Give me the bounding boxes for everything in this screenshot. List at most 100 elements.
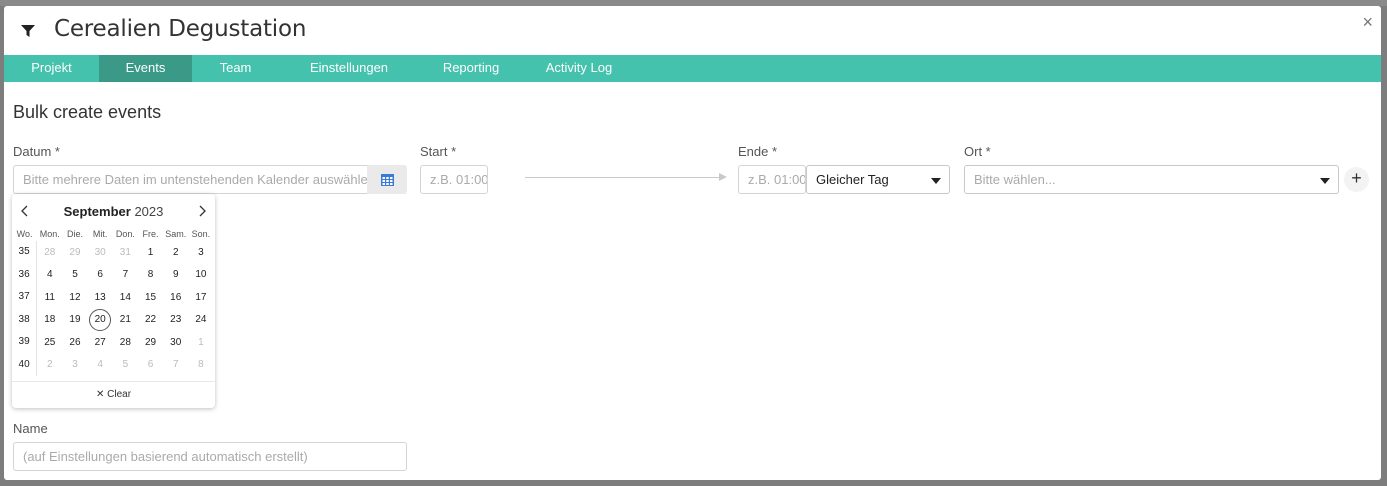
calendar-day[interactable]: 4: [88, 359, 113, 370]
calendar-day-label: 2: [47, 359, 53, 371]
calendar-day[interactable]: 5: [62, 269, 87, 280]
calendar-day[interactable]: 11: [37, 292, 62, 303]
calendar-week-row: 37 11 12 13 14 15 16 17: [12, 286, 215, 309]
calendar-day[interactable]: 2: [37, 359, 62, 370]
calendar-day[interactable]: 9: [163, 269, 188, 280]
name-label: Name: [13, 421, 48, 436]
calendar-day-label: 30: [170, 336, 182, 348]
calendar-day-label: 6: [147, 359, 154, 371]
start-time-input[interactable]: z.B. 01:00: [420, 165, 488, 194]
calendar-day[interactable]: 18: [37, 314, 62, 325]
calendar-day[interactable]: 31: [113, 247, 138, 258]
end-day-select[interactable]: Gleicher Tag: [806, 165, 950, 194]
calendar-day-label: 25: [44, 336, 56, 348]
calendar-day-label: 10: [195, 269, 207, 281]
ende-label: Ende *: [738, 144, 778, 159]
calendar-day-label: 20: [89, 308, 112, 331]
tab-events[interactable]: Events: [99, 55, 192, 82]
calendar-day[interactable]: 28: [37, 247, 62, 258]
add-location-button[interactable]: +: [1344, 167, 1369, 192]
weekday-header: Son.: [191, 229, 211, 239]
calendar-week-row: 36 4 5 6 7 8 9 10: [12, 263, 215, 286]
calendar-day-label: 16: [170, 291, 182, 303]
calendar-day-today[interactable]: 20: [88, 308, 113, 331]
calendar-day-label: 4: [97, 359, 103, 371]
filter-icon: [21, 25, 35, 37]
calendar-weekday-header: Wo. Mon. Die. Mit. Don. Fre. Sam. Son.: [12, 228, 215, 240]
calendar-day[interactable]: 23: [163, 314, 188, 325]
calendar-day-label: 18: [44, 314, 56, 326]
calendar-button[interactable]: [367, 165, 407, 194]
calendar-day[interactable]: 30: [163, 337, 188, 348]
calendar-week-row: 40 2 3 4 5 6 7 8: [12, 353, 215, 376]
caret-down-icon: [1320, 178, 1330, 184]
calendar-day[interactable]: 29: [138, 337, 163, 348]
week-number: 35: [12, 241, 38, 264]
datum-input[interactable]: Bitte mehrere Daten im untenstehenden Ka…: [13, 165, 369, 194]
tab-activity-log[interactable]: Activity Log: [523, 55, 635, 82]
calendar-day[interactable]: 1: [188, 337, 213, 348]
calendar-day-label: 14: [119, 291, 131, 303]
week-number: 37: [12, 286, 38, 309]
name-input[interactable]: (auf Einstellungen basierend automatisch…: [13, 442, 407, 471]
calendar-day[interactable]: 22: [138, 314, 163, 325]
calendar-day-label: 15: [144, 291, 157, 303]
calendar-day[interactable]: 7: [113, 269, 138, 280]
tab-projekt[interactable]: Projekt: [4, 55, 99, 82]
calendar-day[interactable]: 28: [113, 337, 138, 348]
calendar-day-label: 27: [94, 336, 106, 348]
calendar-day[interactable]: 25: [37, 337, 62, 348]
tab-team[interactable]: Team: [192, 55, 279, 82]
ort-select-placeholder: Bitte wählen...: [974, 172, 1056, 187]
calendar-day[interactable]: 19: [62, 314, 87, 325]
tab-einstellungen[interactable]: Einstellungen: [279, 55, 419, 82]
calendar-day[interactable]: 27: [88, 337, 113, 348]
calendar-day[interactable]: 6: [88, 269, 113, 280]
calendar-day[interactable]: 4: [37, 269, 62, 280]
calendar-day-label: 6: [97, 269, 103, 281]
calendar-day-label: 21: [119, 314, 131, 326]
calendar-day[interactable]: 2: [163, 247, 188, 258]
calendar-day[interactable]: 1: [138, 247, 163, 258]
calendar-day[interactable]: 16: [163, 292, 188, 303]
calendar-day[interactable]: 3: [62, 359, 87, 370]
calendar-day-label: 1: [198, 336, 204, 348]
calendar-header: September 2023: [12, 202, 215, 222]
modal-dialog: Cerealien Degustation × Projekt Events T…: [4, 6, 1381, 480]
calendar-day[interactable]: 17: [188, 292, 213, 303]
calendar-month-year[interactable]: September 2023: [12, 204, 215, 219]
tab-reporting[interactable]: Reporting: [419, 55, 523, 82]
calendar-clear-button[interactable]: ✕ Clear: [12, 381, 215, 408]
date-picker-calendar: September 2023 Wo. Mon. Die. Mit. Don. Fre. Sa…: [12, 194, 215, 408]
section-title: Bulk create events: [13, 102, 162, 122]
calendar-day[interactable]: 29: [62, 247, 87, 258]
calendar-day[interactable]: 14: [113, 292, 138, 303]
calendar-day-label: 13: [94, 291, 106, 303]
calendar-day[interactable]: 10: [188, 269, 213, 280]
week-number: 40: [12, 353, 38, 376]
close-button[interactable]: ×: [1362, 12, 1373, 33]
calendar-day[interactable]: 8: [188, 359, 213, 370]
calendar-day[interactable]: 6: [138, 359, 163, 370]
calendar-day-label: 24: [195, 314, 207, 326]
calendar-day[interactable]: 21: [113, 314, 138, 325]
calendar-day[interactable]: 12: [62, 292, 87, 303]
calendar-day[interactable]: 5: [113, 359, 138, 370]
calendar-day-label: 28: [119, 336, 131, 348]
calendar-day[interactable]: 15: [138, 292, 163, 303]
ort-select[interactable]: Bitte wählen...: [964, 165, 1339, 194]
end-time-input[interactable]: z.B. 01:00: [738, 165, 806, 194]
calendar-day[interactable]: 8: [138, 269, 163, 280]
calendar-day[interactable]: 7: [163, 359, 188, 370]
calendar-day-label: 17: [195, 291, 207, 303]
calendar-day-label: 29: [144, 336, 157, 348]
calendar-day[interactable]: 30: [88, 247, 113, 258]
calendar-day[interactable]: 24: [188, 314, 213, 325]
week-number: 36: [12, 263, 38, 286]
calendar-day[interactable]: 3: [188, 247, 213, 258]
calendar-grid: Wo. Mon. Die. Mit. Don. Fre. Sam. Son. 35 28 29 30 3…: [12, 228, 215, 376]
chevron-right-icon[interactable]: [195, 204, 209, 218]
calendar-day-label: 29: [69, 246, 81, 258]
calendar-day[interactable]: 26: [62, 337, 87, 348]
calendar-day[interactable]: 13: [88, 292, 113, 303]
